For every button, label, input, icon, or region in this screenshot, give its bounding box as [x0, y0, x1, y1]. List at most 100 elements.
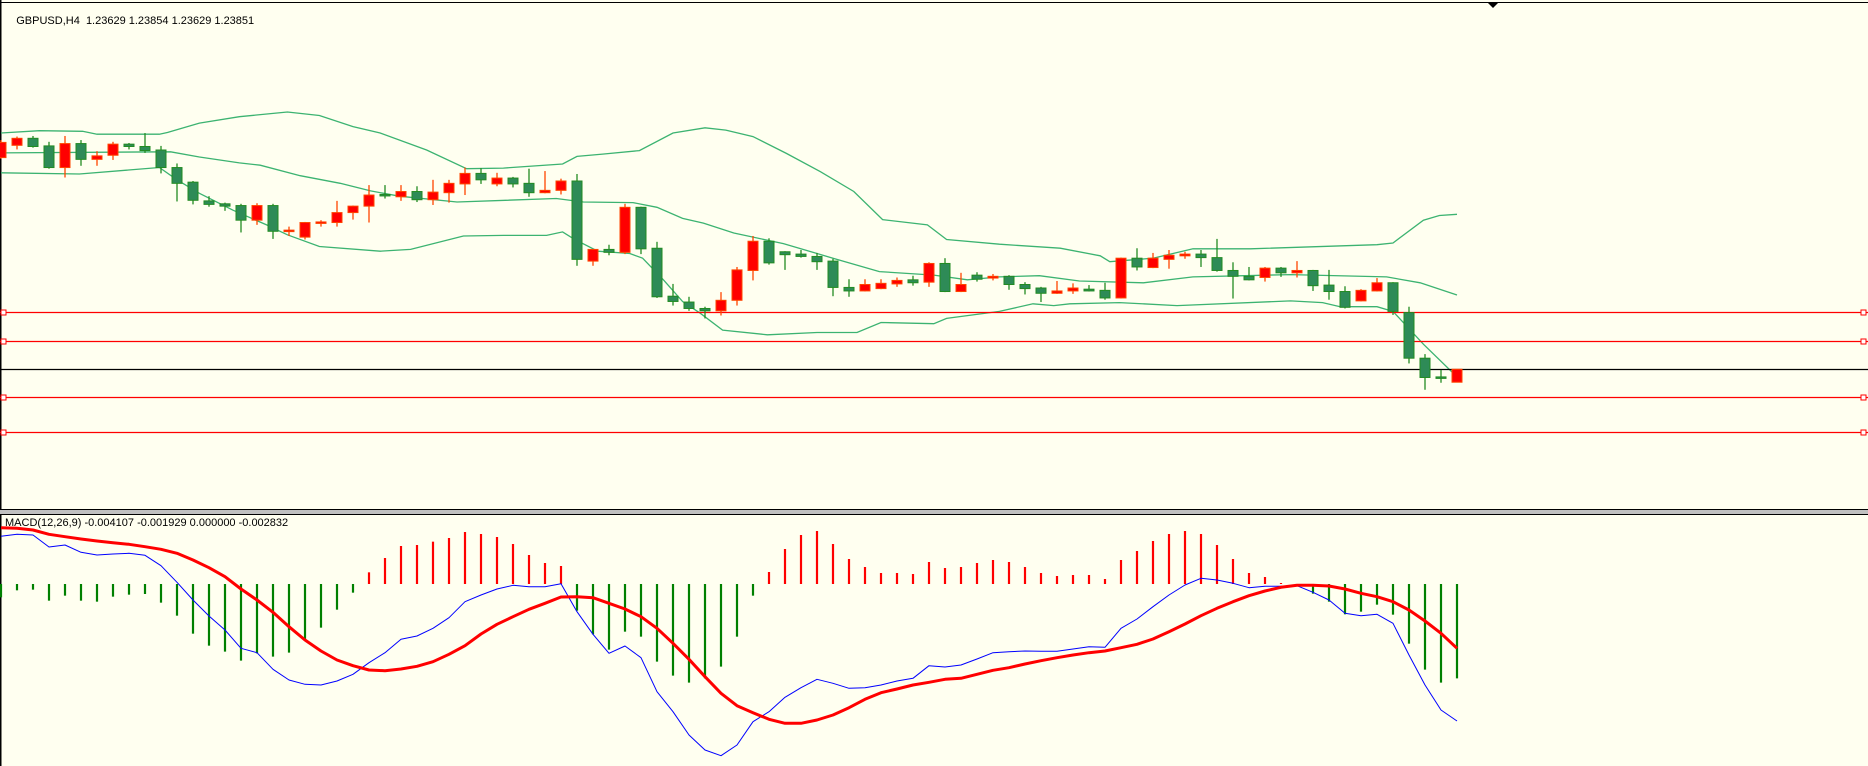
bearish-candle-body[interactable] — [1435, 376, 1447, 379]
bullish-candle-body[interactable] — [539, 189, 551, 194]
bullish-candle-body[interactable] — [923, 262, 935, 283]
bearish-candle-body[interactable] — [1211, 257, 1223, 271]
bearish-candle-body[interactable] — [683, 301, 695, 309]
bearish-candle-body[interactable] — [1195, 253, 1207, 259]
bearish-candle-body[interactable] — [523, 182, 535, 194]
bullish-candle-body[interactable] — [427, 191, 439, 201]
bearish-candle-body[interactable] — [651, 247, 663, 298]
bearish-candle-body[interactable] — [475, 172, 487, 181]
bearish-candle-body[interactable] — [171, 167, 183, 184]
bullish-candle-body[interactable] — [1067, 287, 1079, 292]
bearish-candle-body[interactable] — [75, 143, 87, 160]
bullish-candle-body[interactable] — [1451, 368, 1463, 383]
bearish-candle-body[interactable] — [203, 200, 215, 205]
bullish-candle-body[interactable] — [715, 299, 727, 312]
bearish-candle-body[interactable] — [1035, 287, 1047, 294]
bearish-candle-body[interactable] — [1307, 269, 1319, 287]
bearish-candle-body[interactable] — [795, 253, 807, 257]
bearish-candle-body[interactable] — [1387, 282, 1399, 312]
bearish-candle-body[interactable] — [1083, 288, 1095, 292]
bullish-candle-body[interactable] — [251, 205, 263, 221]
bearish-candle-body[interactable] — [907, 279, 919, 284]
bearish-candle-body[interactable] — [1419, 357, 1431, 378]
bearish-candle-body[interactable] — [1003, 275, 1015, 286]
bullish-candle-body[interactable] — [283, 229, 295, 233]
bullish-candle-body[interactable] — [1163, 254, 1175, 260]
bullish-candle-body[interactable] — [1051, 290, 1063, 294]
bearish-candle-body[interactable] — [155, 149, 167, 169]
level-anchor-left-handle[interactable] — [0, 394, 7, 401]
level-anchor-right-handle[interactable] — [1860, 394, 1867, 401]
bullish-candle-body[interactable] — [395, 191, 407, 198]
bullish-candle-body[interactable] — [891, 279, 903, 285]
bearish-candle-body[interactable] — [1339, 291, 1351, 308]
bearish-candle-body[interactable] — [43, 145, 55, 169]
bullish-candle-body[interactable] — [1179, 253, 1191, 257]
bearish-candle-body[interactable] — [699, 307, 711, 312]
bullish-candle-body[interactable] — [491, 177, 503, 185]
bearish-candle-body[interactable] — [939, 262, 951, 293]
bearish-candle-body[interactable] — [811, 255, 823, 263]
bullish-candle-body[interactable] — [747, 240, 759, 271]
bearish-candle-body[interactable] — [667, 295, 679, 302]
chart-shift-marker-icon[interactable] — [1488, 3, 1498, 8]
bearish-candle-body[interactable] — [843, 286, 855, 292]
bullish-candle-body[interactable] — [315, 221, 327, 224]
bullish-candle-body[interactable] — [955, 284, 967, 293]
bearish-candle-body[interactable] — [1099, 289, 1111, 299]
bearish-candle-body[interactable] — [571, 180, 583, 260]
level-anchor-right-handle[interactable] — [1860, 429, 1867, 436]
bullish-candle-body[interactable] — [1291, 269, 1303, 274]
trading-chart-window[interactable]: GBPUSD,H4 1.23629 1.23854 1.23629 1.2385… — [0, 0, 1868, 766]
level-anchor-left-handle[interactable] — [0, 338, 7, 345]
bullish-candle-body[interactable] — [859, 284, 871, 292]
bearish-candle-body[interactable] — [1227, 269, 1239, 277]
bearish-candle-body[interactable] — [1403, 312, 1415, 359]
bullish-candle-body[interactable] — [459, 172, 471, 185]
bearish-candle-body[interactable] — [763, 240, 775, 264]
bearish-candle-body[interactable] — [123, 143, 135, 147]
bearish-candle-body[interactable] — [235, 205, 247, 221]
bearish-candle-body[interactable] — [27, 137, 39, 147]
bearish-candle-body[interactable] — [1019, 284, 1031, 290]
bullish-candle-body[interactable] — [347, 205, 359, 214]
bullish-candle-body[interactable] — [91, 155, 103, 160]
bullish-candle-body[interactable] — [299, 222, 311, 238]
bullish-candle-body[interactable] — [1147, 257, 1159, 269]
bullish-candle-body[interactable] — [0, 141, 7, 159]
level-anchor-right-handle[interactable] — [1860, 309, 1867, 316]
bullish-candle-body[interactable] — [1355, 289, 1367, 302]
bearish-candle-body[interactable] — [1243, 275, 1255, 281]
bullish-candle-body[interactable] — [987, 275, 999, 279]
bullish-candle-body[interactable] — [731, 269, 743, 301]
bullish-candle-body[interactable] — [443, 182, 455, 194]
bullish-candle-body[interactable] — [331, 212, 343, 224]
bullish-candle-body[interactable] — [1259, 267, 1271, 278]
bearish-candle-body[interactable] — [139, 145, 151, 152]
bearish-candle-body[interactable] — [267, 205, 279, 232]
bullish-candle-body[interactable] — [555, 180, 567, 191]
bearish-candle-body[interactable] — [187, 181, 199, 201]
bullish-candle-body[interactable] — [11, 137, 23, 146]
bearish-candle-body[interactable] — [1323, 284, 1335, 293]
chart-canvas[interactable] — [0, 0, 1868, 766]
bullish-candle-body[interactable] — [363, 194, 375, 207]
bearish-candle-body[interactable] — [1131, 257, 1143, 268]
bearish-candle-body[interactable] — [1275, 267, 1287, 274]
bullish-candle-body[interactable] — [59, 143, 71, 169]
bearish-candle-body[interactable] — [219, 203, 231, 207]
bullish-candle-body[interactable] — [619, 206, 631, 253]
bullish-candle-body[interactable] — [587, 248, 599, 262]
bullish-candle-body[interactable] — [875, 282, 887, 290]
bullish-candle-body[interactable] — [1371, 282, 1383, 292]
bearish-candle-body[interactable] — [827, 260, 839, 288]
level-anchor-left-handle[interactable] — [0, 309, 7, 316]
bearish-candle-body[interactable] — [507, 177, 519, 185]
bullish-candle-body[interactable] — [107, 143, 119, 156]
bearish-candle-body[interactable] — [779, 251, 791, 256]
bearish-candle-body[interactable] — [379, 193, 391, 197]
bearish-candle-body[interactable] — [971, 274, 983, 280]
level-anchor-right-handle[interactable] — [1860, 338, 1867, 345]
bearish-candle-body[interactable] — [635, 206, 647, 250]
bearish-candle-body[interactable] — [603, 248, 615, 253]
